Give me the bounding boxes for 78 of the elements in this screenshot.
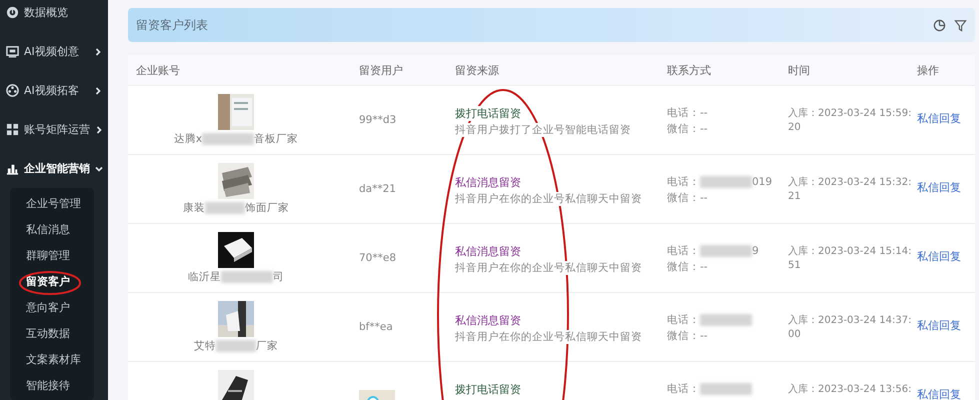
column-header: 留资来源 (455, 62, 500, 78)
user-id: 99**d3 (359, 114, 396, 126)
source-type: 私信消息留资 (455, 244, 521, 259)
source-type: 拨打电话留资 (455, 106, 521, 121)
created-time: 入库：2023-03-24 15:32: (788, 176, 912, 189)
account-name: 康装 (183, 201, 205, 215)
submenu-item[interactable]: 互动数据 (10, 320, 94, 346)
account-name: 厂家 (256, 339, 278, 353)
wechat-value: 微信：-- (667, 260, 709, 274)
created-time: 20 (788, 122, 802, 133)
source-detail: 抖音用户拨打了企业号智能电话留资 (455, 123, 631, 137)
created-time: 入库：2023-03-24 14:37: (788, 314, 912, 327)
account-name: 司 (273, 270, 284, 284)
created-time: 00 (788, 329, 802, 340)
user-id: bf**ea (359, 321, 393, 333)
submenu-item[interactable]: 企业号管理 (10, 190, 94, 216)
gauge-icon (6, 6, 19, 19)
column-header: 时间 (788, 62, 811, 78)
phone-label: 电话： (667, 244, 700, 258)
blurred-patch (205, 202, 245, 214)
source-detail: 抖音用户在你的企业号私信聊天中留资 (455, 192, 642, 206)
account-name: 临沂星 (188, 270, 221, 284)
created-time: 51 (788, 260, 802, 271)
source-detail: 抖音用户在你的企业号私信聊天中留资 (455, 330, 642, 344)
reel-icon (6, 84, 19, 97)
panel-title: 留资客户列表 (136, 16, 209, 34)
phone-label: 电话： (667, 313, 700, 327)
user-id: da**21 (359, 183, 396, 195)
submenu-item[interactable]: 留资客户 (10, 268, 94, 294)
reply-link[interactable]: 私信回复 (917, 319, 961, 332)
sidebar-item[interactable]: 数据概览 (24, 5, 102, 20)
sidebar-item[interactable]: AI视频拓客 (24, 83, 89, 98)
account-name: 艾特 (194, 339, 216, 353)
account-name: 饰面厂家 (245, 201, 289, 215)
phone-value: 9 (752, 245, 759, 257)
source-detail: 抖音用户在你的企业号私信聊天中留资 (455, 261, 642, 275)
account-name: 达腾ⅹ (174, 132, 202, 146)
reply-link[interactable]: 私信回复 (917, 112, 961, 125)
annotation-ellipse (19, 271, 81, 295)
submenu-item[interactable]: 私信消息 (10, 216, 94, 242)
wechat-value: 微信：-- (667, 122, 709, 136)
reply-link[interactable]: 私信回复 (917, 388, 961, 400)
sidebar-item[interactable]: 账号矩阵运营 (24, 122, 90, 137)
phone-label: 电话： (667, 382, 700, 396)
blurred-patch (202, 133, 254, 145)
grid-icon (6, 123, 19, 136)
wechat-value: 微信：-- (667, 329, 709, 343)
user-id: 70**e8 (359, 252, 396, 264)
column-header: 操作 (917, 62, 940, 78)
column-header: 留资用户 (359, 62, 404, 78)
sidebar-item[interactable]: 企业智能营销 (24, 161, 90, 176)
blurred-patch (221, 271, 273, 283)
phone-value: 019 (752, 176, 772, 188)
source-type: 私信消息留资 (455, 175, 521, 190)
column-header: 企业账号 (136, 62, 181, 78)
submenu-item[interactable]: 群聊管理 (10, 242, 94, 268)
chart-icon (6, 162, 19, 175)
blurred-patch (216, 340, 256, 352)
created-time: 入库：2023-03-24 15:59: (788, 106, 912, 120)
submenu-item[interactable]: 智能接待 (10, 372, 94, 398)
filter-icon[interactable] (954, 18, 967, 32)
submenu-item[interactable]: 意向客户 (10, 294, 94, 320)
submenu-item[interactable]: 文案素材库 (10, 346, 94, 372)
phone-label: 电话：-- (667, 106, 708, 120)
account-name: 音板厂家 (254, 132, 298, 146)
created-time: 21 (788, 191, 802, 202)
screen-icon (6, 45, 19, 58)
created-time: 入库：2023-03-24 15:14: (788, 244, 912, 258)
created-time: 入库：2023-03-24 13:56: (788, 382, 912, 396)
source-type: 私信消息留资 (455, 313, 521, 328)
reply-link[interactable]: 私信回复 (917, 181, 961, 194)
column-header: 联系方式 (667, 62, 712, 78)
reply-link[interactable]: 私信回复 (917, 250, 961, 263)
wechat-value: 微信：-- (667, 191, 709, 205)
source-type: 拨打电话留资 (455, 382, 521, 397)
sidebar-item[interactable]: AI视频创意 (24, 44, 89, 59)
phone-label: 电话： (667, 175, 700, 189)
pie-chart-icon[interactable] (933, 18, 946, 32)
